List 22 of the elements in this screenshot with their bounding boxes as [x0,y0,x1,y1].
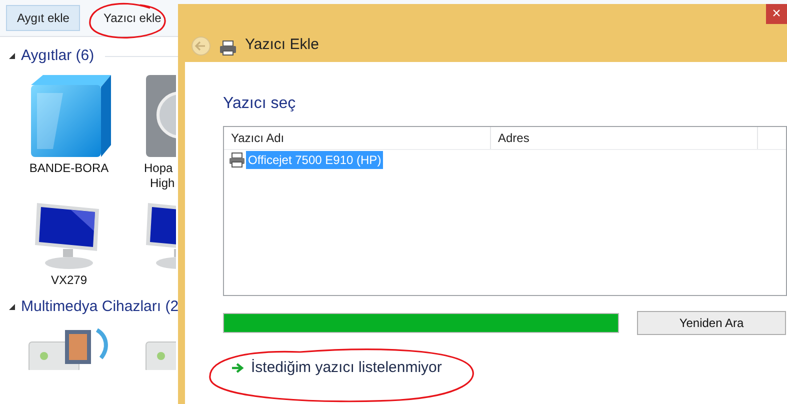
column-header[interactable]: Yazıcı Adı [224,127,491,149]
toolbar-button[interactable]: Yazıcı ekle [92,5,172,31]
media-device-icon [27,328,111,370]
collapse-triangle-icon[interactable] [8,303,16,311]
toolbar-button[interactable]: Aygıt ekle [6,5,80,31]
dialog-heading: Yazıcı seç [223,94,297,114]
device-label: Hopa [144,161,173,176]
close-button[interactable]: × [766,4,787,24]
search-again-button[interactable]: Yeniden Ara [637,311,786,335]
device-label: BANDE-BORA [29,161,109,176]
next-link[interactable]: İstediğim yazıcı listelenmiyor [232,357,787,380]
collapse-triangle-icon[interactable] [8,52,16,60]
device-label: High [149,176,175,191]
printer-icon [219,40,237,56]
dialog-title: Yazıcı Ekle [245,34,319,54]
column-header[interactable]: Adres [491,127,758,149]
group-heading: Aygıtlar (6) [21,46,94,66]
group-heading: Multimedya Cihazları (2 [21,296,179,317]
speaker-icon [144,73,176,159]
printer-icon [229,152,245,168]
arrow-icon [232,363,244,374]
device-label: VX279 [50,273,88,288]
